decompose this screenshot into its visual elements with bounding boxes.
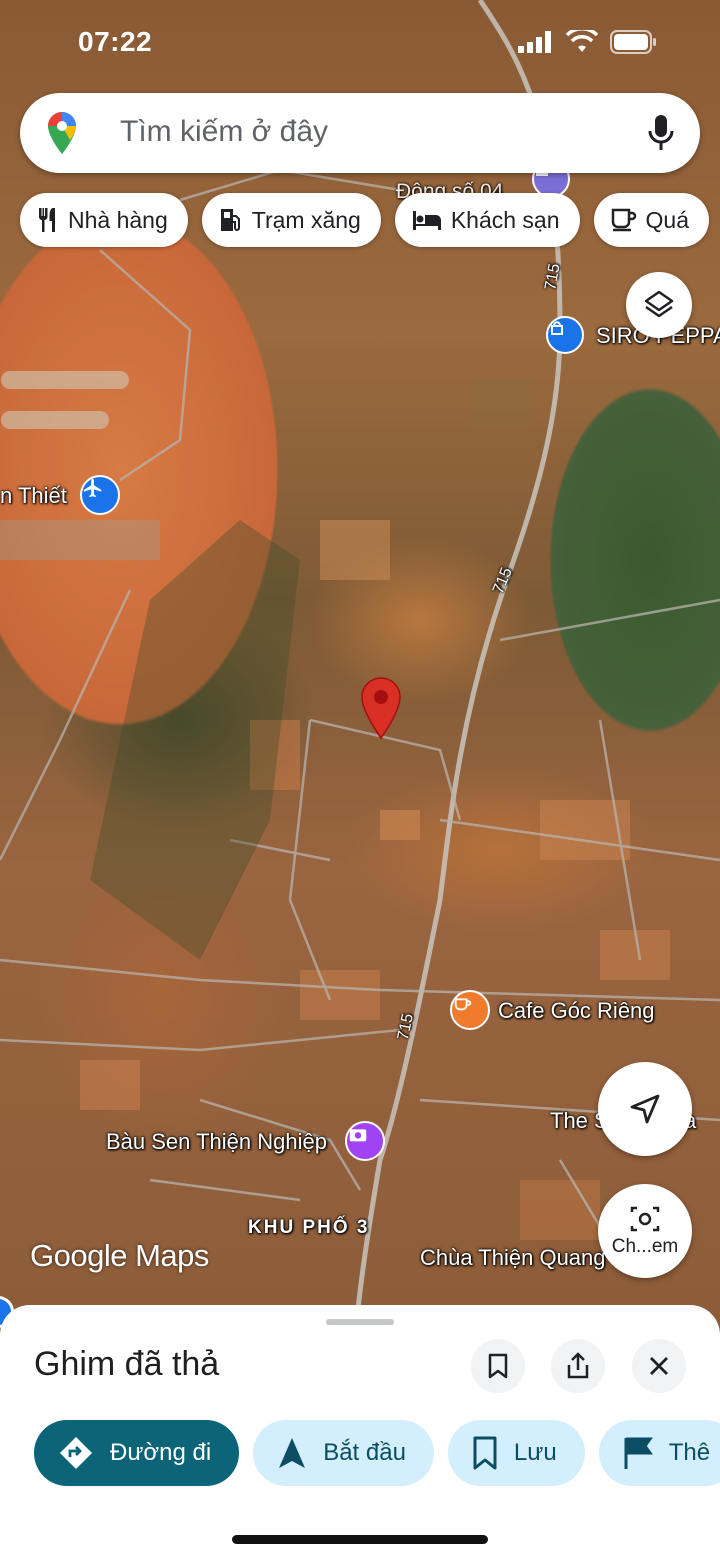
shop-icon[interactable] [546,316,584,354]
chip-gas-stations[interactable]: Trạm xăng [201,193,381,247]
chip-restaurants[interactable]: Nhà hàng [20,193,188,247]
gas-station-icon [220,209,240,231]
search-input[interactable]: Tìm kiếm ở đây [120,115,328,149]
bookmark-icon [488,1353,508,1379]
navigation-arrow-icon [279,1438,306,1468]
place-label-bau-sen[interactable]: Bàu Sen Thiện Nghiệp [106,1129,327,1155]
photo-spot-icon[interactable] [345,1121,385,1161]
flag-icon [624,1437,653,1469]
layers-icon [644,290,674,318]
restaurant-icon [39,208,55,232]
directions-label: Đường đi [110,1439,212,1466]
save-button[interactable]: Lưu [447,1420,585,1486]
bottom-sheet[interactable]: Ghim đã thả Đường đi Bắt đầu Lưu Thê [0,1305,720,1557]
coffee-icon [611,208,636,232]
add-label-text: Thê [668,1439,711,1466]
dropped-pin-icon[interactable] [358,674,404,740]
home-indicator[interactable] [232,1535,488,1544]
place-label-chua[interactable]: Chùa Thiện Quang [420,1245,606,1271]
directions-button[interactable]: Đường đi [34,1420,240,1486]
category-chips: Nhà hàng Trạm xăng Khách sạn Quá [20,193,710,247]
start-label: Bắt đầu [323,1439,406,1466]
chip-hotels[interactable]: Khách sạn [394,193,580,247]
microphone-icon[interactable] [648,113,674,153]
google-maps-logo-icon [48,112,76,154]
wifi-icon [566,30,598,52]
share-button[interactable] [551,1339,605,1393]
save-label: Lưu [513,1439,557,1466]
google-maps-wordmark: Google Maps [30,1238,209,1273]
status-icons [518,30,658,54]
place-label-airport[interactable]: n Thiết [0,483,67,509]
layers-button[interactable] [626,272,692,338]
status-bar: 07:22 [0,0,720,84]
add-label-button[interactable]: Thê [598,1420,720,1486]
bookmark-icon [473,1436,497,1470]
camera-search-icon [630,1206,660,1232]
close-icon [650,1357,668,1375]
my-location-button[interactable] [598,1062,692,1156]
action-buttons: Đường đi Bắt đầu Lưu Thê [34,1420,720,1486]
chip-label: Trạm xăng [251,206,361,233]
chip-label: Quá [645,206,690,233]
screenshot-search-label: Ch...em [611,1236,679,1257]
sheet-drag-handle[interactable] [326,1319,394,1325]
search-bar[interactable]: Tìm kiếm ở đây [20,93,700,173]
location-arrow-icon [630,1094,660,1124]
chip-label: Nhà hàng [68,206,168,233]
airport-icon[interactable] [80,475,120,515]
chip-cafes[interactable]: Quá [593,193,710,247]
area-label-khu-pho: KHU PHỐ 3 [248,1217,370,1238]
close-button[interactable] [632,1339,686,1393]
status-time: 07:22 [78,26,153,57]
share-icon [567,1352,589,1379]
screenshot-search-button[interactable]: Ch...em [598,1184,692,1278]
directions-icon [60,1437,92,1469]
cafe-icon[interactable] [450,990,490,1030]
hotel-icon [412,211,441,230]
place-label-cafe[interactable]: Cafe Góc Riêng [498,998,655,1024]
signal-icon [518,31,551,53]
sheet-title: Ghim đã thả [34,1345,220,1383]
save-pin-button[interactable] [471,1339,525,1393]
battery-icon [610,30,656,54]
start-button[interactable]: Bắt đầu [253,1420,434,1486]
chip-label: Khách sạn [450,206,560,233]
